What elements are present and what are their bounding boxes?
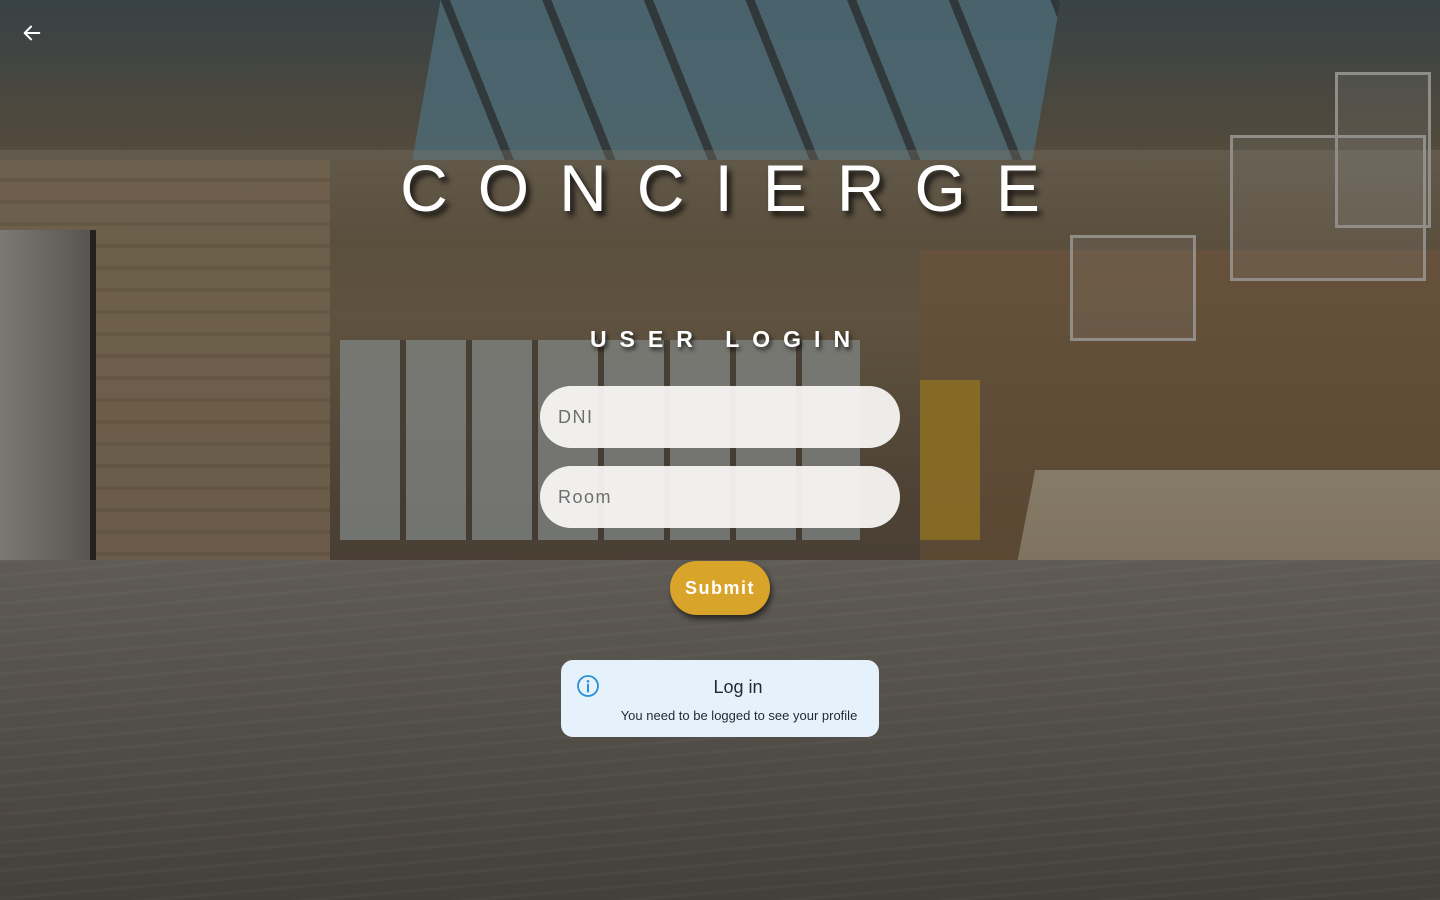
login-heading: USER LOGIN bbox=[589, 326, 864, 352]
submit-button[interactable]: Submit bbox=[670, 561, 770, 615]
login-required-toast: Log in You need to be logged to see your… bbox=[561, 660, 879, 737]
background-dim-overlay bbox=[0, 0, 1440, 900]
back-button[interactable] bbox=[14, 18, 50, 48]
dni-input[interactable] bbox=[540, 386, 900, 448]
toast-title: Log in bbox=[713, 677, 763, 697]
room-input[interactable] bbox=[540, 466, 900, 528]
login-screen: CONCIERGE USER LOGIN Submit Log in You n… bbox=[0, 0, 1440, 900]
arrow-left-icon bbox=[23, 25, 41, 41]
toast-message: You need to be logged to see your profil… bbox=[620, 708, 858, 723]
info-icon bbox=[577, 675, 599, 697]
app-title: CONCIERGE bbox=[400, 151, 1070, 225]
